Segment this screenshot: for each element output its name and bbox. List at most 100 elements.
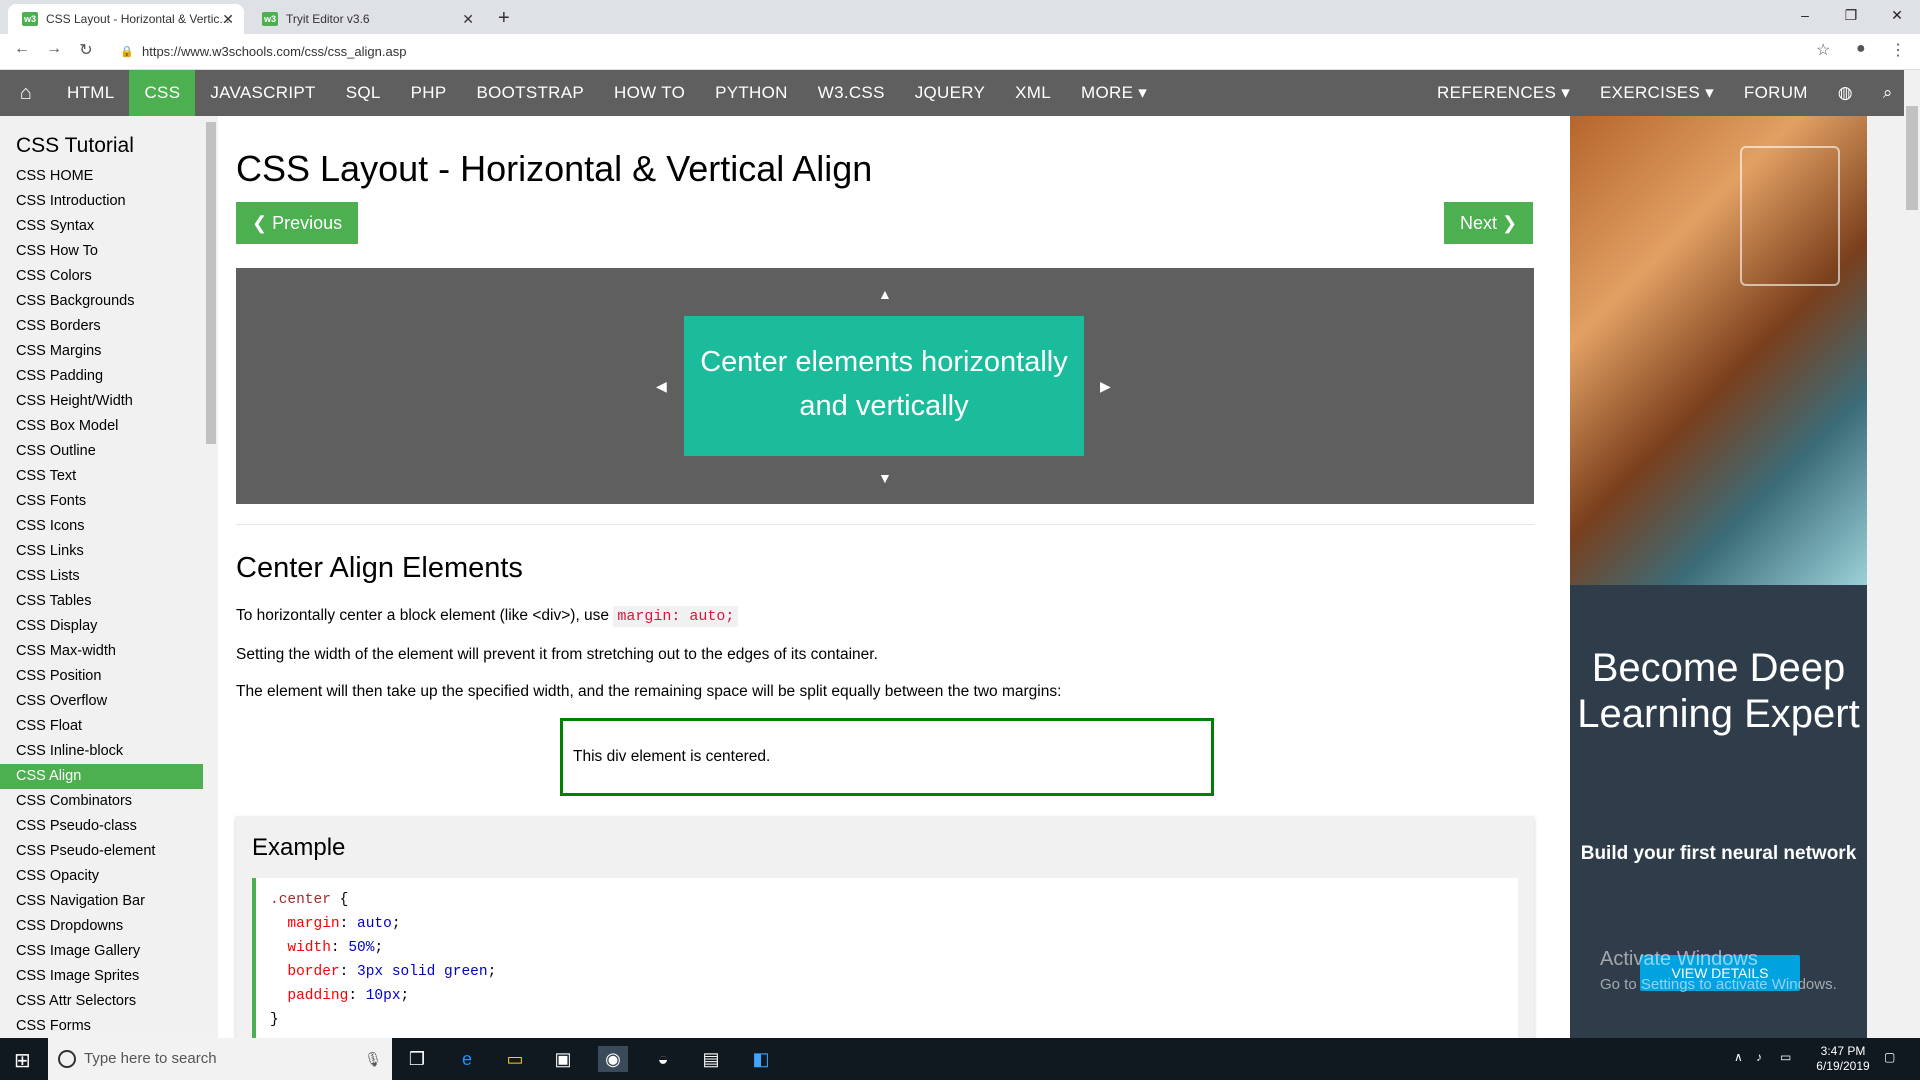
- file-explorer-icon[interactable]: ▭: [500, 1046, 530, 1072]
- paragraph-2: Setting the width of the element will pr…: [236, 646, 878, 663]
- url-field[interactable]: 🔒 https://www.w3schools.com/css/css_alig…: [112, 40, 1792, 64]
- sidebar-link[interactable]: CSS Borders: [0, 314, 203, 339]
- code-prop: padding: [287, 988, 349, 1004]
- new-tab-button[interactable]: +: [498, 4, 510, 32]
- sidebar-link[interactable]: CSS Colors: [0, 264, 203, 289]
- nav-javascript[interactable]: JAVASCRIPT: [195, 70, 330, 116]
- nav-forum[interactable]: FORUM: [1729, 70, 1823, 116]
- sidebar-link[interactable]: CSS Outline: [0, 439, 203, 464]
- taskbar-search[interactable]: Type here to search 🎙: [48, 1038, 392, 1080]
- page-scrollbar-thumb[interactable]: [1906, 106, 1918, 210]
- vscode-icon[interactable]: ◧: [746, 1046, 776, 1072]
- sidebar-link[interactable]: CSS Position: [0, 664, 203, 689]
- ad-image[interactable]: [1570, 116, 1867, 585]
- sidebar-scrollbar-thumb[interactable]: [206, 122, 216, 444]
- notepad-icon[interactable]: ▤: [696, 1046, 726, 1072]
- forward-icon[interactable]: →: [42, 40, 66, 58]
- close-window-icon[interactable]: ✕: [1874, 0, 1920, 30]
- sidebar-link[interactable]: CSS Align: [0, 764, 203, 789]
- globe-icon[interactable]: ◍: [1823, 70, 1868, 116]
- sidebar-link[interactable]: CSS Overflow: [0, 689, 203, 714]
- nav-exercises[interactable]: EXERCISES ▾: [1585, 70, 1729, 116]
- sidebar-link[interactable]: CSS Attr Selectors: [0, 989, 203, 1014]
- task-view-icon[interactable]: ❒: [402, 1046, 432, 1072]
- sidebar-link[interactable]: CSS Syntax: [0, 214, 203, 239]
- nav-references[interactable]: REFERENCES ▾: [1422, 70, 1585, 116]
- minimize-icon[interactable]: –: [1782, 0, 1828, 30]
- right-gutter: [1867, 116, 1904, 1038]
- profile-icon[interactable]: ●: [1856, 40, 1866, 58]
- sidebar-link[interactable]: CSS Image Sprites: [0, 964, 203, 989]
- bookmark-star-icon[interactable]: ☆: [1816, 40, 1830, 60]
- sidebar-link[interactable]: CSS Lists: [0, 564, 203, 589]
- restore-icon[interactable]: ❐: [1828, 0, 1874, 30]
- sidebar-link[interactable]: CSS Forms: [0, 1014, 203, 1038]
- volume-icon[interactable]: ♪: [1756, 1050, 1762, 1065]
- network-icon[interactable]: ▭: [1780, 1050, 1791, 1065]
- sidebar-link[interactable]: CSS Tables: [0, 589, 203, 614]
- store-icon[interactable]: ▣: [548, 1046, 578, 1072]
- nav-jquery[interactable]: JQUERY: [900, 70, 1000, 116]
- sidebar-link[interactable]: CSS Height/Width: [0, 389, 203, 414]
- sidebar-link[interactable]: CSS Navigation Bar: [0, 889, 203, 914]
- tab-css-align[interactable]: w3 CSS Layout - Horizontal & Vertic... ✕: [8, 4, 244, 34]
- sidebar-link[interactable]: CSS Margins: [0, 339, 203, 364]
- sidebar-link[interactable]: CSS How To: [0, 239, 203, 264]
- next-button[interactable]: Next ❯: [1444, 202, 1534, 244]
- sidebar-link[interactable]: CSS HOME: [0, 164, 203, 189]
- home-icon[interactable]: ⌂: [0, 70, 52, 116]
- nav-more[interactable]: MORE ▾: [1066, 70, 1162, 116]
- activate-windows-watermark: Activate Windows Go to Settings to activ…: [1600, 946, 1837, 998]
- sidebar-link[interactable]: CSS Icons: [0, 514, 203, 539]
- sidebar-link[interactable]: CSS Opacity: [0, 864, 203, 889]
- microphone-icon[interactable]: 🎙: [364, 1038, 382, 1080]
- menu-icon[interactable]: ⋮: [1890, 40, 1906, 60]
- close-tab-icon[interactable]: ✕: [222, 4, 234, 34]
- sidebar-link[interactable]: CSS Display: [0, 614, 203, 639]
- sidebar-link[interactable]: CSS Links: [0, 539, 203, 564]
- notifications-icon[interactable]: ▢: [1884, 1050, 1895, 1065]
- chrome-icon[interactable]: ◉: [598, 1046, 628, 1072]
- reload-icon[interactable]: ↻: [74, 40, 98, 60]
- sidebar-link[interactable]: CSS Fonts: [0, 489, 203, 514]
- nav-sql[interactable]: SQL: [331, 70, 396, 116]
- taskbar-search-placeholder: Type here to search: [84, 1050, 217, 1067]
- nav-html[interactable]: HTML: [52, 70, 129, 116]
- sidebar-link[interactable]: CSS Dropdowns: [0, 914, 203, 939]
- sidebar-link[interactable]: CSS Inline-block: [0, 739, 203, 764]
- windows-taskbar: ⊞ Type here to search 🎙 ❒ e ▭ ▣ ◉ ◒ ▤ ◧ …: [0, 1038, 1920, 1080]
- nav-css[interactable]: CSS: [129, 70, 196, 116]
- sidebar-link[interactable]: CSS Text: [0, 464, 203, 489]
- edge-icon[interactable]: e: [452, 1046, 482, 1072]
- sidebar-link[interactable]: CSS Image Gallery: [0, 939, 203, 964]
- close-tab-icon[interactable]: ✕: [462, 4, 474, 34]
- sidebar-link[interactable]: CSS Float: [0, 714, 203, 739]
- sidebar-link[interactable]: CSS Combinators: [0, 789, 203, 814]
- page-scrollbar[interactable]: [1904, 70, 1920, 1038]
- watermark-line2: Go to Settings to activate Windows.: [1600, 976, 1837, 993]
- tab-tryit-editor[interactable]: w3 Tryit Editor v3.6 ✕: [248, 4, 484, 34]
- previous-button[interactable]: ❮ Previous: [236, 202, 359, 244]
- sidebar-link[interactable]: CSS Backgrounds: [0, 289, 203, 314]
- clock[interactable]: 3:47 PM 6/19/2019: [1808, 1044, 1878, 1074]
- tray-chevron-icon[interactable]: ∧: [1734, 1050, 1743, 1065]
- nav-bootstrap[interactable]: BOOTSTRAP: [461, 70, 599, 116]
- sidebar-link[interactable]: CSS Introduction: [0, 189, 203, 214]
- sidebar-link[interactable]: CSS Pseudo-class: [0, 814, 203, 839]
- cortana-icon: [58, 1050, 76, 1068]
- nav-php[interactable]: PHP: [396, 70, 462, 116]
- ad-hologram-graphic: [1740, 146, 1840, 286]
- sidebar-link[interactable]: CSS Padding: [0, 364, 203, 389]
- windows-start-icon[interactable]: ⊞: [14, 1048, 31, 1073]
- nav-xml[interactable]: XML: [1000, 70, 1066, 116]
- nav-python[interactable]: PYTHON: [700, 70, 803, 116]
- back-icon[interactable]: ←: [10, 40, 34, 58]
- nav-howto[interactable]: HOW TO: [599, 70, 700, 116]
- app-icon[interactable]: ◒: [648, 1046, 678, 1072]
- search-icon[interactable]: ⌕: [1868, 70, 1908, 116]
- sidebar-link[interactable]: CSS Pseudo-element: [0, 839, 203, 864]
- sidebar-link[interactable]: CSS Box Model: [0, 414, 203, 439]
- example-box: Example .center { margin: auto; width: 5…: [236, 816, 1534, 1038]
- nav-w3css[interactable]: W3.CSS: [803, 70, 900, 116]
- sidebar-link[interactable]: CSS Max-width: [0, 639, 203, 664]
